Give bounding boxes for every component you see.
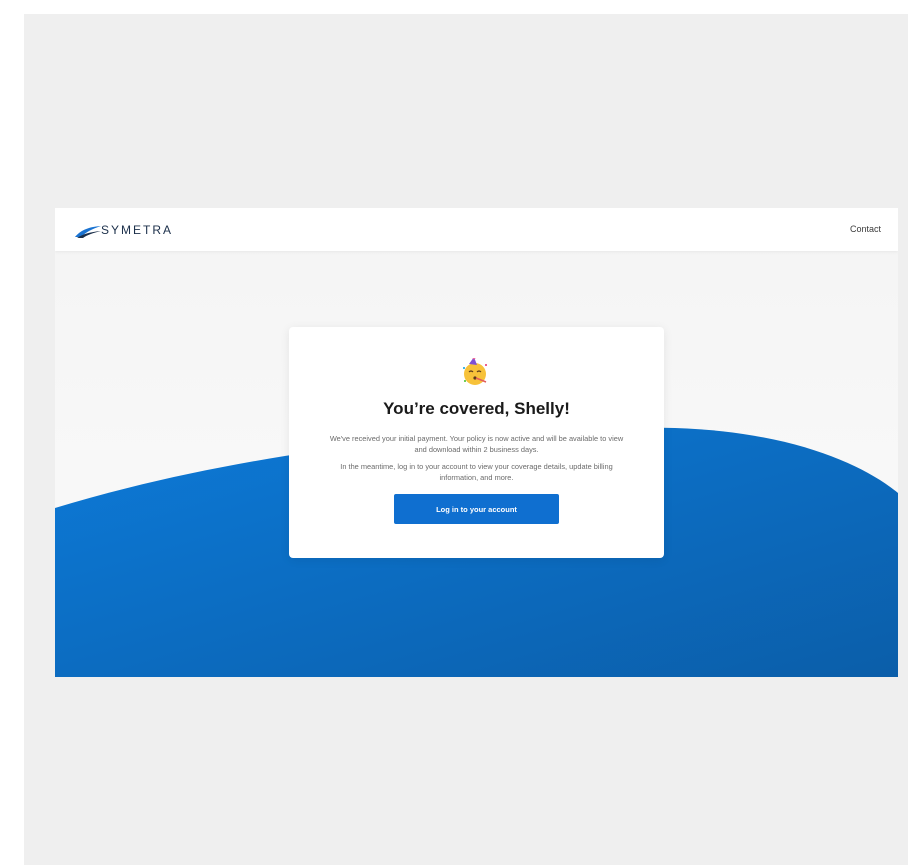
partying-face-icon bbox=[463, 358, 487, 385]
confirmation-card: You’re covered, Shelly! We've received y… bbox=[289, 327, 664, 558]
login-button[interactable]: Log in to your account bbox=[394, 494, 559, 524]
browser-viewport: SYMETRA Contact You’re covered, Shelly! … bbox=[55, 208, 898, 677]
top-navbar: SYMETRA Contact bbox=[55, 208, 898, 251]
contact-link[interactable]: Contact bbox=[850, 222, 881, 236]
symetra-logo[interactable]: SYMETRA bbox=[74, 221, 173, 239]
brand-name: SYMETRA bbox=[101, 223, 174, 237]
confirmation-title: You’re covered, Shelly! bbox=[383, 399, 570, 418]
symetra-swoosh-icon bbox=[75, 226, 101, 238]
payment-confirmation-text: We've received your initial payment. You… bbox=[329, 434, 624, 454]
next-steps-text: In the meantime, log in to your account … bbox=[340, 462, 613, 482]
